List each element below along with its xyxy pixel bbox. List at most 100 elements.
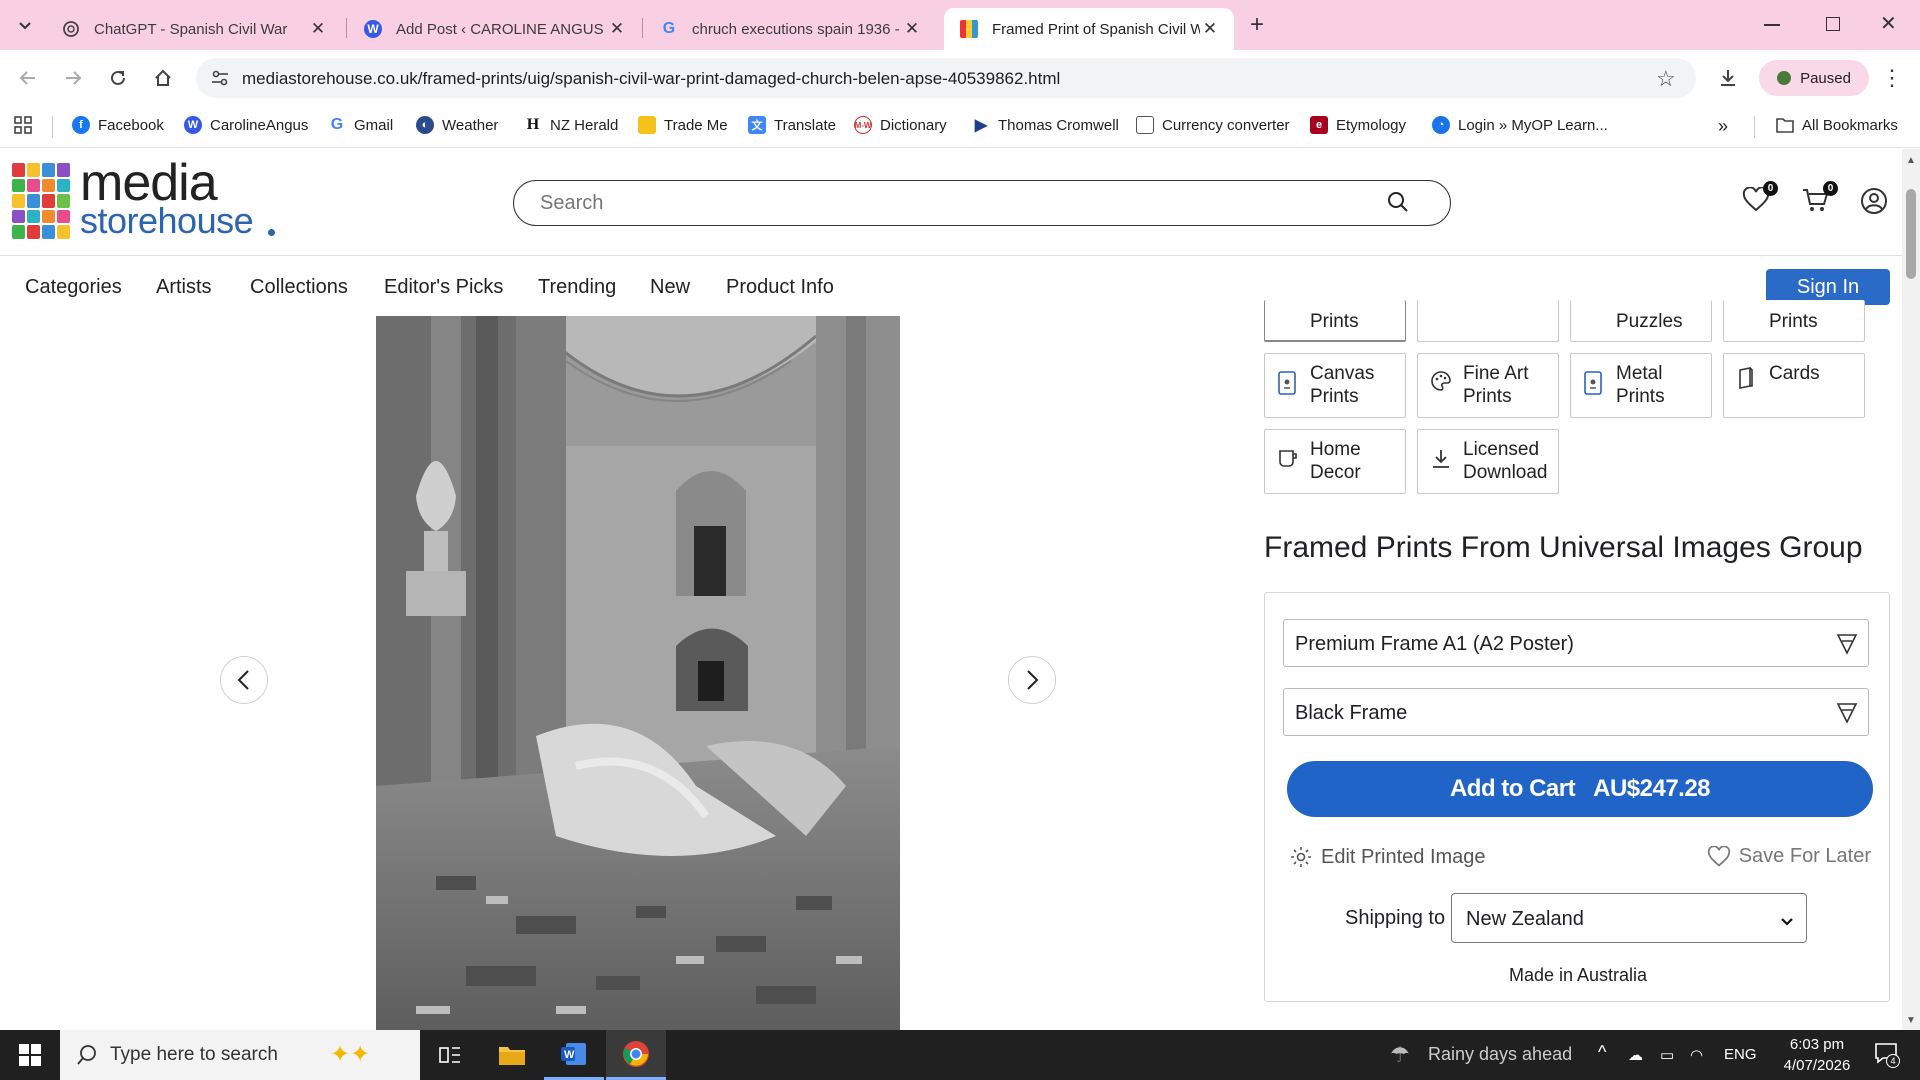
dictionary-icon: M-W xyxy=(854,116,872,134)
scrollbar-thumb[interactable] xyxy=(1906,189,1916,279)
tab-title: Add Post ‹ CAROLINE ANGUS — xyxy=(396,20,607,38)
file-explorer-icon[interactable] xyxy=(482,1030,542,1080)
bookmark-currency-converter[interactable]: Currency converter xyxy=(1136,116,1290,134)
task-view-icon[interactable] xyxy=(420,1030,480,1080)
browser-menu-icon[interactable]: ⋮ xyxy=(1876,62,1908,94)
previous-image-button[interactable] xyxy=(220,656,268,704)
tab-list-dropdown-icon[interactable] xyxy=(12,13,38,39)
tab-media-storehouse[interactable]: Framed Print of Spanish Civil W ✕ xyxy=(944,8,1234,50)
close-tab-icon[interactable]: ✕ xyxy=(902,19,922,39)
forward-icon[interactable] xyxy=(57,62,89,94)
bookmark-weather[interactable]: ◐ Weather xyxy=(416,116,498,134)
weather-text[interactable]: Rainy days ahead xyxy=(1428,1044,1572,1065)
notifications-icon[interactable]: 4 xyxy=(1874,1042,1900,1068)
nav-new[interactable]: New xyxy=(650,276,690,299)
search-icon[interactable] xyxy=(1386,190,1410,219)
product-type-cards[interactable]: Home Decor Cards xyxy=(1723,353,1865,418)
word-icon[interactable]: W xyxy=(544,1030,604,1080)
site-search-input[interactable] xyxy=(540,192,1360,215)
bookmark-label: Dictionary xyxy=(880,116,947,134)
edit-printed-image-button[interactable]: Edit Printed Image xyxy=(1289,845,1486,869)
product-type-metal-prints[interactable]: Metal Prints xyxy=(1570,353,1712,418)
scroll-down-arrow-icon[interactable]: ▼ xyxy=(1906,1015,1916,1026)
profile-paused-button[interactable]: Paused xyxy=(1759,60,1869,96)
bookmark-thomas-cromwell[interactable]: ▶ Thomas Cromwell xyxy=(972,116,1119,135)
bookmark-nz-herald[interactable]: H NZ Herald xyxy=(524,116,619,134)
nav-editors-picks[interactable]: Editor's Picks xyxy=(384,276,503,299)
bookmark-label: CarolineAngus xyxy=(210,116,309,134)
next-image-button[interactable] xyxy=(1008,656,1056,704)
size-select[interactable]: Premium Frame A1 (A2 Poster) xyxy=(1283,619,1869,667)
onedrive-cloud-icon[interactable]: ☁ xyxy=(1628,1046,1643,1064)
tab-wordpress[interactable]: W Add Post ‹ CAROLINE ANGUS — ✕ xyxy=(348,8,641,50)
apps-grid-icon[interactable] xyxy=(14,116,32,134)
bookmark-myop-learn[interactable]: ◔ Login » MyOP Learn... xyxy=(1432,116,1608,134)
bookmark-star-icon[interactable]: ☆ xyxy=(1656,66,1676,92)
shipping-country-select[interactable]: New Zealand xyxy=(1451,893,1807,943)
minimize-window-icon[interactable] xyxy=(1764,24,1780,26)
product-type-tile[interactable] xyxy=(1417,300,1559,342)
product-type-canvas-prints[interactable]: Canvas Prints xyxy=(1264,353,1406,418)
product-type-fine-art-prints[interactable]: Fine Art Prints xyxy=(1417,353,1559,418)
close-tab-icon[interactable]: ✕ xyxy=(308,19,328,39)
wishlist-heart-icon[interactable]: 0 xyxy=(1742,181,1778,217)
bookmark-dictionary[interactable]: M-W Dictionary xyxy=(854,116,947,134)
close-tab-icon[interactable]: ✕ xyxy=(1200,19,1220,39)
tab-chatgpt[interactable]: ChatGPT - Spanish Civil War ✕ xyxy=(46,8,342,50)
close-window-icon[interactable]: ✕ xyxy=(1880,11,1897,36)
add-to-cart-button[interactable]: Add to Cart AU$247.28 xyxy=(1287,761,1873,817)
product-type-puzzles[interactable]: Puzzles xyxy=(1570,300,1712,342)
address-bar[interactable]: mediastorehouse.co.uk/framed-prints/uig/… xyxy=(196,58,1696,98)
new-tab-icon[interactable]: + xyxy=(1244,12,1270,38)
nav-trending[interactable]: Trending xyxy=(538,276,616,299)
size-select-value: Premium Frame A1 (A2 Poster) xyxy=(1295,633,1574,655)
chevron-up-icon[interactable]: ^ xyxy=(1598,1042,1606,1063)
account-icon[interactable] xyxy=(1860,187,1890,217)
etymology-icon: e xyxy=(1310,116,1328,134)
product-type-prints[interactable]: Prints xyxy=(1264,300,1406,342)
language-indicator[interactable]: ENG xyxy=(1724,1046,1757,1063)
windows-start-icon[interactable] xyxy=(0,1030,60,1080)
site-settings-icon[interactable] xyxy=(210,69,230,92)
save-for-later-button[interactable]: Save For Later xyxy=(1707,845,1871,868)
battery-icon[interactable]: ▭ xyxy=(1660,1046,1674,1064)
page-scrollbar[interactable]: ▲ ▼ xyxy=(1902,149,1920,1030)
scroll-up-arrow-icon[interactable]: ▲ xyxy=(1906,155,1916,166)
nav-categories[interactable]: Categories xyxy=(25,276,122,299)
bookmark-etymology[interactable]: e Etymology xyxy=(1310,116,1406,134)
reload-icon[interactable] xyxy=(102,62,134,94)
made-in-text: Made in Australia xyxy=(1508,965,1648,985)
product-type-label: Prints xyxy=(1310,311,1359,332)
tab-google-search[interactable]: G chruch executions spain 1936 - ✕ xyxy=(644,8,936,50)
home-icon[interactable] xyxy=(147,62,179,94)
cart-icon[interactable]: 0 xyxy=(1802,181,1838,217)
bookmark-facebook[interactable]: f Facebook xyxy=(72,116,164,134)
nav-product-info[interactable]: Product Info xyxy=(726,276,834,299)
frame-select[interactable]: Black Frame xyxy=(1283,688,1869,736)
clock[interactable]: 6:03 pm 4/07/2026 xyxy=(1772,1034,1862,1076)
maximize-window-icon[interactable] xyxy=(1826,17,1840,31)
bookmark-gmail[interactable]: G Gmail xyxy=(328,116,393,134)
bookmarks-overflow-icon[interactable]: » xyxy=(1718,116,1728,137)
downloads-icon[interactable] xyxy=(1712,62,1744,94)
product-type-home-decor[interactable]: Home Decor xyxy=(1264,429,1406,494)
bookmark-translate[interactable]: 文 Translate xyxy=(748,116,836,134)
back-icon[interactable] xyxy=(12,62,44,94)
bookmark-trade-me[interactable]: Trade Me xyxy=(638,116,728,134)
profile-avatar-icon xyxy=(1777,71,1792,85)
chrome-icon[interactable] xyxy=(606,1030,666,1080)
wifi-icon[interactable]: ◠ xyxy=(1690,1046,1703,1064)
close-tab-icon[interactable]: ✕ xyxy=(607,19,627,39)
bookmark-label: NZ Herald xyxy=(550,116,619,134)
taskbar-search-box[interactable]: Type here to search ✦✦ xyxy=(60,1030,420,1080)
save-for-later-label: Save For Later xyxy=(1738,845,1871,867)
bookmark-carolineangus[interactable]: W CarolineAngus xyxy=(184,116,308,134)
bookmark-label: Etymology xyxy=(1336,116,1407,134)
product-image[interactable] xyxy=(376,316,900,1030)
product-type-licensed-download[interactable]: Licensed Download xyxy=(1417,429,1559,494)
site-search-box[interactable] xyxy=(513,180,1451,226)
nav-collections[interactable]: Collections xyxy=(250,276,348,299)
product-type-prints-2[interactable]: Prints xyxy=(1723,300,1865,342)
all-bookmarks-button[interactable]: All Bookmarks xyxy=(1776,116,1898,134)
nav-artists[interactable]: Artists xyxy=(156,276,212,299)
